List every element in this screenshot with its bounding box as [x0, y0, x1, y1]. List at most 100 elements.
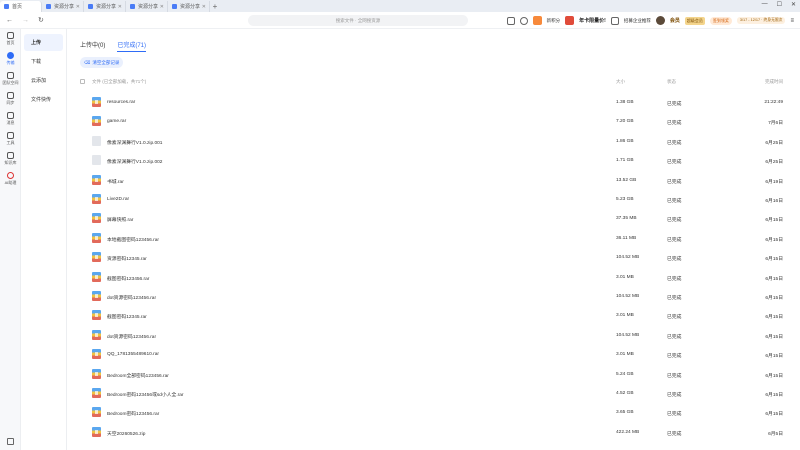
table-row[interactable]: 像素深渊舞行V1.0.zip.001 1.86 GB 已完成 6月25日 [80, 132, 783, 151]
close-tab-icon[interactable]: ✕ [118, 4, 122, 10]
left-nav-label: AI助理 [4, 180, 17, 185]
table-row[interactable]: 截图密码123456.rar 3.01 MB 已完成 6月15日 [80, 268, 783, 287]
maximize-icon[interactable]: ☐ [777, 1, 782, 8]
table-row[interactable]: 截图密码12345.rar 3.01 MB 已完成 6月15日 [80, 306, 783, 325]
browser-tab[interactable]: 资源分享 ✕ [168, 1, 210, 12]
points-label[interactable]: 新积分 [547, 18, 561, 24]
tab-label: 首页 [12, 4, 23, 10]
file-name[interactable]: 屏幕快照.rar [107, 216, 133, 223]
file-name[interactable]: dot资源密码123456.rar [107, 333, 156, 340]
close-tab-icon[interactable]: ✕ [76, 4, 80, 10]
table-row[interactable]: QQ_1781355489610.rar 3.01 MB 已完成 6月15日 [80, 345, 783, 364]
left-nav-item[interactable]: 消息 [0, 109, 21, 129]
close-tab-icon[interactable]: ✕ [160, 4, 164, 10]
header-status[interactable]: 状态 [667, 79, 676, 85]
file-status: 已完成 [667, 315, 682, 321]
minimize-icon[interactable]: — [762, 1, 768, 8]
table-row[interactable]: 书城.rar 13.52 GB 已完成 6月19日 [80, 171, 783, 190]
file-name[interactable]: 像素深渊舞行V1.0.zip.002 [107, 158, 162, 165]
table-row[interactable]: 资源密码12345.rar 104.52 MB 已完成 6月15日 [80, 248, 783, 267]
new-tab-button[interactable]: + [210, 1, 220, 12]
member-label[interactable]: 会员 [670, 17, 680, 24]
left-nav-label: 同步 [6, 100, 15, 105]
left-nav-item[interactable]: 工具 [0, 129, 21, 149]
file-name[interactable]: 截图密码12345.rar [107, 313, 147, 320]
table-row[interactable]: Live2D.rar 5.23 GB 已完成 6月16日 [80, 190, 783, 209]
select-all-checkbox[interactable] [80, 79, 85, 84]
file-name[interactable]: 资源密码12345.rar [107, 255, 147, 262]
browser-tab[interactable]: 资源分享 ✕ [126, 1, 168, 12]
table-row[interactable]: 本地截图密码123456.rar 36.11 MB 已完成 6月15日 [80, 229, 783, 248]
refresh-icon[interactable]: ↻ [38, 16, 44, 24]
browser-tab[interactable]: 首页 [0, 1, 42, 12]
sub-nav-item[interactable]: 文件快传 [24, 91, 63, 108]
team-label[interactable]: 招募企业推荐 [624, 18, 651, 24]
table-row[interactable]: 天空20260526.zip 422.24 MB 已完成 6月5日 [80, 423, 783, 442]
points-icon[interactable] [532, 16, 542, 25]
tab-favicon-icon [46, 4, 51, 9]
browser-tab[interactable]: 资源分享 ✕ [84, 1, 126, 12]
file-name[interactable]: dot资源密码123456.rar [107, 294, 156, 301]
tab-completed[interactable]: 已完成(71) [117, 40, 147, 52]
trash-icon: ⌫ [84, 59, 91, 65]
file-status: 已完成 [667, 334, 682, 340]
file-name[interactable]: resources.rar [107, 100, 135, 105]
table-row[interactable]: game.rar 7.20 GB 已完成 7月6日 [80, 112, 783, 131]
sub-nav: 上传下载云添加文件快传 [21, 29, 67, 450]
file-time: 6月15日 [765, 412, 783, 418]
avatar[interactable] [655, 16, 665, 25]
table-row[interactable]: Bedroom密码123456.rar 3.65 GB 已完成 6月15日 [80, 403, 783, 422]
file-size: 7.20 GB [616, 119, 634, 125]
sub-nav-item[interactable]: 云添加 [24, 72, 63, 89]
file-name[interactable]: 像素深渊舞行V1.0.zip.001 [107, 139, 162, 146]
back-icon[interactable]: ← [6, 17, 13, 24]
file-name[interactable]: game.rar [107, 119, 126, 124]
left-nav-item[interactable]: 传输 [0, 49, 21, 69]
file-name[interactable]: Live2D.rar [107, 197, 129, 202]
file-name[interactable]: 本地截图密码123456.rar [107, 236, 159, 243]
left-nav-item[interactable]: 同步 [0, 89, 21, 109]
header-time[interactable]: 完成时间 [765, 79, 783, 85]
table-row[interactable]: dot资源密码123456.rar 104.52 MB 已完成 6月15日 [80, 326, 783, 345]
left-nav-item[interactable]: 首页 [0, 29, 21, 49]
tab-favicon-icon [88, 4, 93, 9]
left-nav-item[interactable]: AI助理 [0, 169, 21, 189]
sub-nav-item[interactable]: 下载 [24, 53, 63, 70]
table-row[interactable]: dot资源密码123456.rar 104.52 MB 已完成 6月15日 [80, 287, 783, 306]
table-row[interactable]: Bedroom密码123456或sd小人全.rar 4.52 GB 已完成 6月15日 [80, 384, 783, 403]
file-name[interactable]: Bedroom密码123456.rar [107, 410, 159, 417]
clear-all-button[interactable]: ⌫ 清空全部记录 [80, 57, 124, 68]
file-name[interactable]: 书城.rar [107, 178, 124, 185]
left-nav: 首页 传输 团队空间同步消息 工具 知识库 AI助理 [0, 29, 21, 450]
table-row[interactable]: 屏幕快照.rar 37.35 MB 已完成 6月15日 [80, 209, 783, 228]
phone-icon[interactable] [7, 438, 14, 445]
ad-label[interactable]: 年卡限量价! [579, 17, 606, 24]
bell-icon[interactable] [519, 16, 528, 25]
table-row[interactable]: Bedroom全部密码123456.rar 5.24 GB 已完成 6月15日 [80, 365, 783, 384]
left-nav-item[interactable]: 团队空间 [0, 69, 21, 89]
close-window-icon[interactable]: ✕ [791, 1, 796, 8]
browser-tab[interactable]: 资源分享 ✕ [42, 1, 84, 12]
file-status: 已完成 [667, 179, 682, 185]
menu-icon[interactable]: ≡ [790, 18, 794, 24]
file-size: 1.38 GB [616, 100, 634, 105]
file-name[interactable]: Bedroom全部密码123456.rar [107, 372, 169, 379]
file-name[interactable]: 截图密码123456.rar [107, 275, 149, 282]
search-input[interactable]: 搜索文件 · 全网搜资源 [248, 15, 468, 26]
team-icon[interactable] [610, 16, 619, 25]
sub-nav-item[interactable]: 上传 [24, 34, 63, 51]
gift-badge[interactable]: 签到领奖 [709, 16, 732, 25]
table-row[interactable]: resources.rar 1.38 GB 已完成 21:22:49 [80, 93, 783, 112]
screen-icon[interactable] [506, 16, 515, 25]
left-nav-item[interactable]: 知识库 [0, 149, 21, 169]
transfer-icon [7, 52, 14, 59]
file-size: 1.86 GB [616, 138, 634, 144]
forward-icon[interactable]: → [22, 17, 29, 24]
file-name[interactable]: 天空20260526.zip [107, 430, 145, 437]
close-tab-icon[interactable]: ✕ [202, 4, 206, 10]
tab-uploading[interactable]: 上传中(0) [80, 40, 105, 52]
table-row[interactable]: 像素深渊舞行V1.0.zip.002 1.71 GB 已完成 6月25日 [80, 151, 783, 170]
file-name[interactable]: QQ_1781355489610.rar [107, 352, 159, 357]
file-size: 5.23 GB [616, 197, 634, 202]
file-name[interactable]: Bedroom密码123456或sd小人全.rar [107, 391, 184, 398]
